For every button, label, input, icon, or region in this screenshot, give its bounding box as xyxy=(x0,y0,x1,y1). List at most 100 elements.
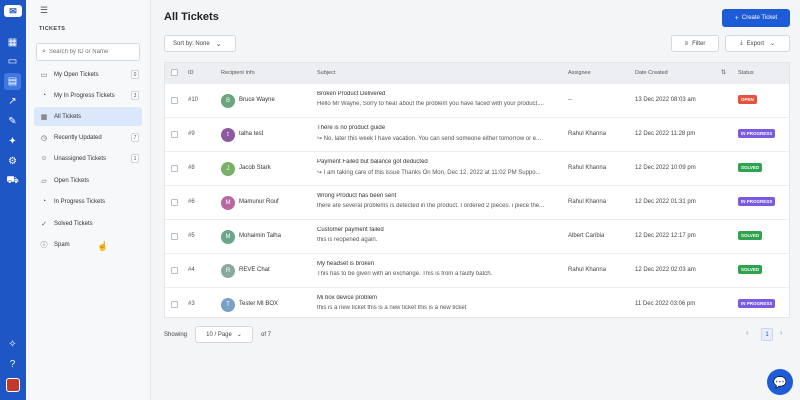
date-created: 12 Dec 2022 12:17 pm xyxy=(635,233,696,239)
ticket-subject[interactable]: Wrong Product has been sent xyxy=(317,193,557,199)
status-badge: SOLVED xyxy=(738,265,763,274)
ticket-preview: this is reopened again. xyxy=(317,237,378,243)
recipient-name: REVE Chat xyxy=(239,267,270,273)
page-title: All Tickets xyxy=(164,11,219,23)
ticket-subject[interactable]: Broken Product Delivered xyxy=(317,91,557,97)
table-row[interactable]: #3 T Tester MI BOX Mi box device problem… xyxy=(165,287,789,321)
table-row[interactable]: #4 R REVE Chat My headset is broken This… xyxy=(165,253,789,287)
download-icon: ⤓ xyxy=(739,40,743,46)
date-created: 11 Dec 2022 03:06 pm xyxy=(635,301,696,307)
page-size-dropdown[interactable]: 10 / Page ⌄ xyxy=(195,326,253,343)
app-logo[interactable]: ✉ xyxy=(4,5,22,17)
table-row[interactable]: #10 B Bruce Wayne Broken Product Deliver… xyxy=(165,83,789,117)
recipient-name: Jacob Stark xyxy=(239,165,271,171)
row-checkbox[interactable] xyxy=(171,165,178,172)
date-created: 12 Dec 2022 01:31 pm xyxy=(635,199,696,205)
tools-icon[interactable]: ✎ xyxy=(4,113,21,130)
showing-label: Showing xyxy=(164,332,188,338)
ticket-id: #10 xyxy=(188,97,199,103)
ticket-id: #3 xyxy=(188,301,195,307)
automation-icon[interactable]: ⛟ xyxy=(4,173,21,190)
chevron-left-icon[interactable]: ‹ xyxy=(746,330,748,337)
search-box[interactable]: ⌕ xyxy=(36,43,140,61)
recipient-name: talha test xyxy=(239,131,264,137)
sort-dropdown[interactable]: Sort by: None ⌄ xyxy=(164,35,236,52)
row-checkbox[interactable] xyxy=(171,97,178,104)
row-checkbox[interactable] xyxy=(171,301,178,308)
alert-icon: ⓘ xyxy=(40,241,48,249)
column-recipient[interactable]: Recipient Info xyxy=(221,70,255,76)
recipient-name: Mamunur Rouf xyxy=(239,199,279,205)
current-page-button[interactable]: 1 xyxy=(761,328,773,341)
collapse-menu-icon[interactable]: ☰ xyxy=(40,5,50,15)
sidebar-item-unassigned-tickets[interactable]: ☺ Unassigned Tickets 1 xyxy=(34,149,142,168)
grid-icon: ▦ xyxy=(40,113,48,121)
sidebar-item-all-tickets[interactable]: ▦ All Tickets xyxy=(34,107,142,126)
sort-arrows-icon[interactable]: ⇅ xyxy=(721,69,726,76)
sidebar-item-my-open-tickets[interactable]: ▭ My Open Tickets 0 xyxy=(34,65,142,84)
ticket-preview: ↪ No, later this week I have vacation. Y… xyxy=(317,136,542,142)
chevron-right-icon[interactable]: › xyxy=(780,330,782,337)
recipient-name: Bruce Wayne xyxy=(239,97,275,103)
magic-icon[interactable]: ✧ xyxy=(4,336,21,353)
sidebar-item-spam[interactable]: ⓘ Spam xyxy=(34,235,142,254)
ticket-subject[interactable]: Customer payment failed xyxy=(317,227,557,233)
row-checkbox[interactable] xyxy=(171,233,178,240)
ticket-subject[interactable]: There is no product guide xyxy=(317,125,557,131)
search-input[interactable] xyxy=(48,49,134,55)
inbox-icon: ▭ xyxy=(40,71,48,79)
count-badge: 7 xyxy=(131,133,139,142)
sidebar-item-solved-tickets[interactable]: ✓ Solved Tickets xyxy=(34,214,142,233)
date-created: 12 Dec 2022 11:28 pm xyxy=(635,131,696,137)
export-button[interactable]: ⤓ Export ⌄ xyxy=(725,35,790,52)
ticket-id: #4 xyxy=(188,267,195,273)
integrations-icon[interactable]: ✦ xyxy=(4,133,21,150)
status-badge: IN PROGRESS xyxy=(738,299,776,308)
settings-icon[interactable]: ⚙ xyxy=(4,153,21,170)
column-id[interactable]: ID xyxy=(188,70,194,76)
column-date-created[interactable]: Date Created xyxy=(635,70,668,76)
filter-button[interactable]: ≡ Filter xyxy=(671,35,719,52)
progress-icon: ◔ xyxy=(41,198,47,205)
assignee: Rahul Khanna xyxy=(568,267,607,273)
create-ticket-button[interactable]: + Create Ticket xyxy=(722,9,790,27)
row-checkbox[interactable] xyxy=(171,131,178,138)
chevron-down-icon: ⌄ xyxy=(236,332,242,338)
status-badge: OPEN xyxy=(738,95,757,104)
dashboard-icon[interactable]: ▦ xyxy=(4,34,21,51)
sidebar-title: TICKETS xyxy=(39,26,66,32)
plus-icon: + xyxy=(734,14,739,22)
row-checkbox[interactable] xyxy=(171,267,178,274)
avatar: B xyxy=(221,94,235,108)
main-content: All Tickets + Create Ticket Sort by: Non… xyxy=(151,0,800,400)
page-count: of 7 xyxy=(261,332,272,338)
analytics-icon[interactable]: ↗ xyxy=(4,93,21,110)
ticket-preview: there are several problems is detected i… xyxy=(317,203,545,209)
sidebar-item-in-progress-tickets[interactable]: ◔ In Progress Tickets xyxy=(34,192,142,211)
column-assignee[interactable]: Assignee xyxy=(568,70,591,76)
sidebar-item-recently-updated[interactable]: ◷ Recently Updated 7 xyxy=(34,128,142,147)
ticket-preview: this is a new ticket this is a new ticke… xyxy=(317,305,467,311)
icon-rail: ✉ ▦ ▭ ▤ ↗ ✎ ✦ ⚙ ⛟ ✧ ? xyxy=(0,0,26,400)
help-icon[interactable]: ? xyxy=(4,356,21,373)
chat-icon[interactable]: ▭ xyxy=(4,53,21,70)
chat-widget-icon[interactable]: 💬 xyxy=(767,369,793,395)
table-row[interactable]: #6 M Mamunur Rouf Wrong Product has been… xyxy=(165,185,789,219)
ticket-subject[interactable]: My headset is broken xyxy=(317,261,557,267)
column-subject[interactable]: Subject xyxy=(317,70,335,76)
sidebar-item-my-in-progress-tickets[interactable]: ◔ My In Progress Tickets 3 xyxy=(34,86,142,105)
ticket-id: #6 xyxy=(188,199,195,205)
avatar: R xyxy=(221,264,235,278)
table-row[interactable]: #9 t talha test There is no product guid… xyxy=(165,117,789,151)
ticket-subject[interactable]: Mi box device problem xyxy=(317,295,557,301)
sidebar-item-open-tickets[interactable]: ▱ Open Tickets xyxy=(34,171,142,190)
table-row[interactable]: #5 M Mohaimin Talha Customer payment fai… xyxy=(165,219,789,253)
user-avatar[interactable] xyxy=(6,378,20,392)
row-checkbox[interactable] xyxy=(171,199,178,206)
select-all-checkbox[interactable] xyxy=(171,69,178,76)
status-badge: IN PROGRESS xyxy=(738,129,776,138)
ticket-subject[interactable]: Payment Failed but balance got deducted xyxy=(317,159,557,165)
tickets-icon[interactable]: ▤ xyxy=(4,73,21,90)
table-row[interactable]: #8 J Jacob Stark Payment Failed but bala… xyxy=(165,151,789,185)
column-status[interactable]: Status xyxy=(738,70,754,76)
